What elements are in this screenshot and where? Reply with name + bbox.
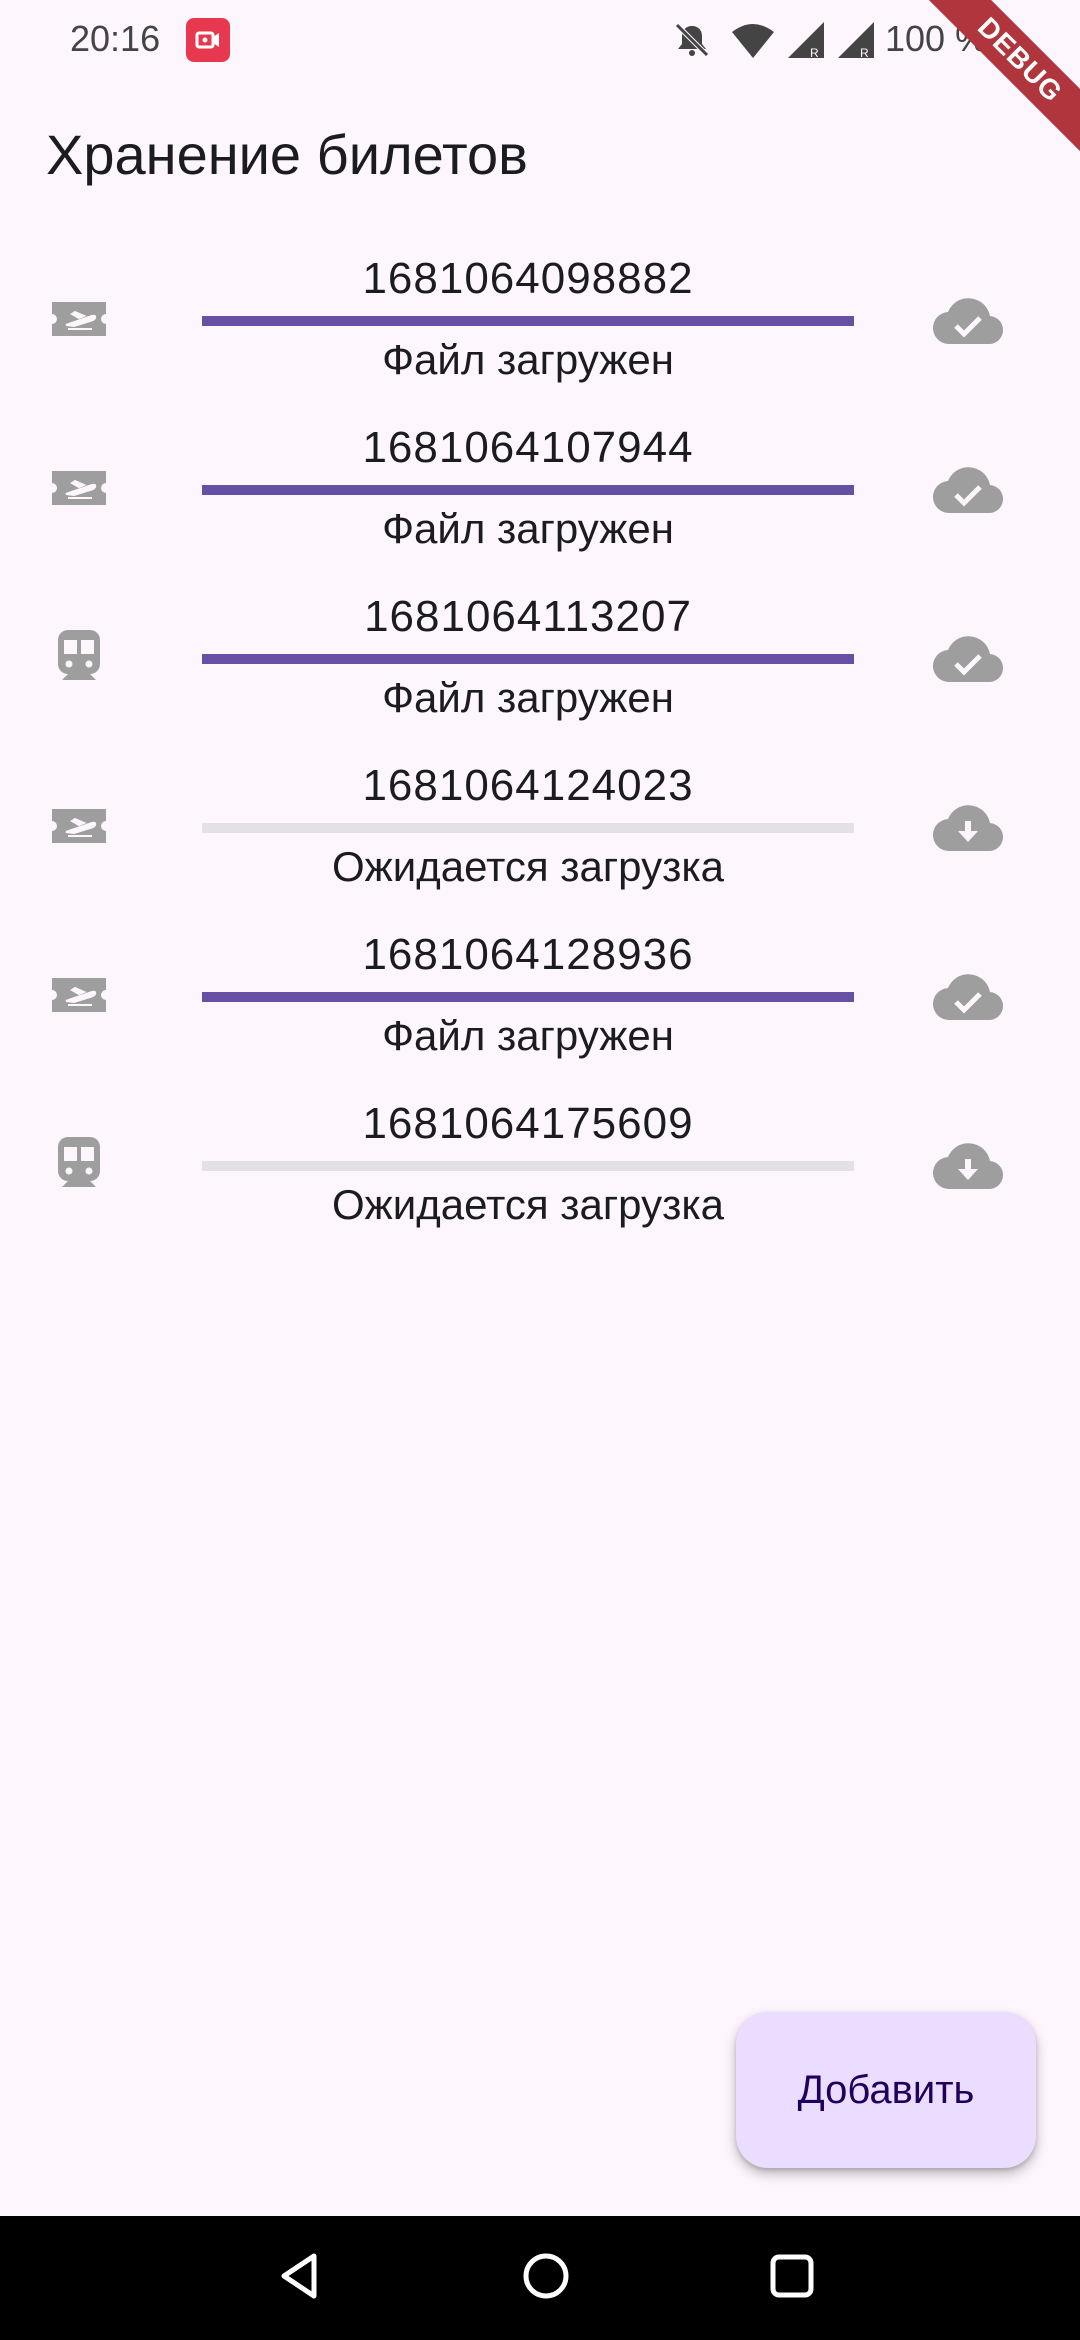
signal-icon: R	[838, 22, 874, 60]
svg-text:R: R	[810, 46, 819, 60]
upload-progress-bar	[202, 316, 854, 326]
ticket-item[interactable]: 1681064124023 Ожидается загрузка	[0, 751, 1080, 920]
status-time: 20:16	[70, 18, 161, 59]
back-icon[interactable]	[272, 2248, 328, 2304]
cloud-done-icon[interactable]	[932, 632, 1004, 686]
cloud-done-icon[interactable]	[932, 970, 1004, 1024]
plane-ticket-icon	[48, 795, 110, 857]
ticket-item[interactable]: 1681064113207 Файл загружен	[0, 582, 1080, 751]
signal-icon: R	[788, 22, 824, 60]
upload-progress-fill	[202, 654, 854, 664]
screen: 20:16 R R 100 % DEBUG Хранение билетов 1…	[0, 0, 1080, 2340]
upload-progress-bar	[202, 485, 854, 495]
ticket-number: 1681064128936	[362, 930, 694, 979]
plane-ticket-icon	[48, 288, 110, 350]
ticket-item[interactable]: 1681064128936 Файл загружен	[0, 920, 1080, 1089]
upload-progress-bar	[202, 1161, 854, 1171]
ticket-item[interactable]: 1681064175609 Ожидается загрузка	[0, 1089, 1080, 1258]
page-title: Хранение билетов	[46, 123, 528, 186]
ticket-number: 1681064175609	[362, 1099, 694, 1148]
ticket-status: Файл загружен	[382, 674, 674, 721]
ticket-list: 1681064098882 Файл загружен 168106410794…	[0, 244, 1080, 1258]
ticket-status: Ожидается загрузка	[332, 1181, 724, 1228]
ticket-item[interactable]: 1681064107944 Файл загружен	[0, 413, 1080, 582]
upload-progress-bar	[202, 992, 854, 1002]
ticket-status: Файл загружен	[382, 1012, 674, 1059]
ticket-item[interactable]: 1681064098882 Файл загружен	[0, 244, 1080, 413]
ticket-status: Файл загружен	[382, 505, 674, 552]
cloud-download-icon[interactable]	[932, 801, 1004, 855]
home-icon[interactable]	[518, 2248, 574, 2304]
recents-icon[interactable]	[764, 2248, 820, 2304]
cloud-done-icon[interactable]	[932, 463, 1004, 517]
system-nav-bar	[0, 2216, 1080, 2340]
status-bar: 20:16 R R 100 %	[0, 0, 1080, 80]
bell-off-icon	[675, 23, 709, 57]
cloud-download-icon[interactable]	[932, 1139, 1004, 1193]
ticket-status: Файл загружен	[382, 336, 674, 383]
svg-text:R: R	[860, 46, 869, 60]
ticket-number: 1681064098882	[362, 254, 694, 303]
cloud-done-icon[interactable]	[932, 294, 1004, 348]
upload-progress-bar	[202, 823, 854, 833]
ticket-number: 1681064113207	[364, 592, 692, 641]
ticket-status: Ожидается загрузка	[332, 843, 724, 890]
upload-progress-fill	[202, 485, 854, 495]
plane-ticket-icon	[48, 964, 110, 1026]
train-icon	[48, 1133, 110, 1195]
upload-progress-fill	[202, 316, 854, 326]
plane-ticket-icon	[48, 457, 110, 519]
wifi-icon	[732, 24, 774, 58]
upload-progress-fill	[202, 992, 854, 1002]
train-icon	[48, 626, 110, 688]
upload-progress-bar	[202, 654, 854, 664]
add-button[interactable]: Добавить	[736, 2012, 1036, 2168]
ticket-number: 1681064124023	[362, 761, 694, 810]
ticket-number: 1681064107944	[362, 423, 694, 472]
screen-record-icon	[186, 18, 230, 62]
